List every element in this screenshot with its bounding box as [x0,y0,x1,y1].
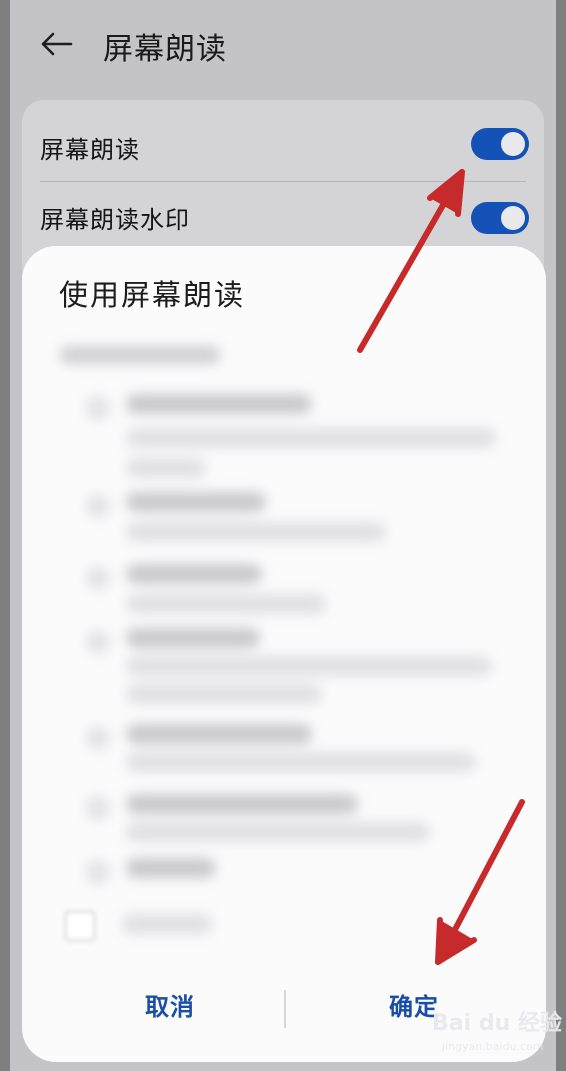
back-button[interactable] [34,22,78,66]
do-not-remind-checkbox[interactable] [64,910,96,942]
watermark-toggle[interactable] [471,202,529,234]
toggle-knob [501,132,525,156]
use-screen-reader-dialog: 使用屏幕朗读 取消 确定 [22,246,546,1062]
button-divider [284,990,286,1028]
blurred-dialog-content [22,326,546,946]
screen-reader-settings-page: 屏幕朗读 屏幕朗读 屏幕朗读水印 使用屏幕朗读 取消 确定 [10,0,556,1071]
setting-label: 屏幕朗读水印 [40,206,190,234]
cancel-button[interactable]: 取消 [80,984,260,1030]
screen-reader-toggle[interactable] [471,128,529,160]
top-app-bar: 屏幕朗读 [10,0,556,92]
arrow-left-icon [41,32,73,56]
setting-row-screen-reader-watermark[interactable]: 屏幕朗读水印 [22,182,544,254]
page-title: 屏幕朗读 [103,32,227,67]
blurred-checkbox-label [122,914,212,934]
setting-label: 屏幕朗读 [40,136,140,164]
toggle-knob [501,206,525,230]
setting-row-screen-reader[interactable]: 屏幕朗读 [22,108,544,180]
baidu-watermark: Bai du 经验 [432,1011,562,1036]
blurred-heading [60,346,220,364]
baidu-watermark-url: jingyan.baidu.com [442,1040,544,1053]
dialog-title: 使用屏幕朗读 [59,278,246,312]
